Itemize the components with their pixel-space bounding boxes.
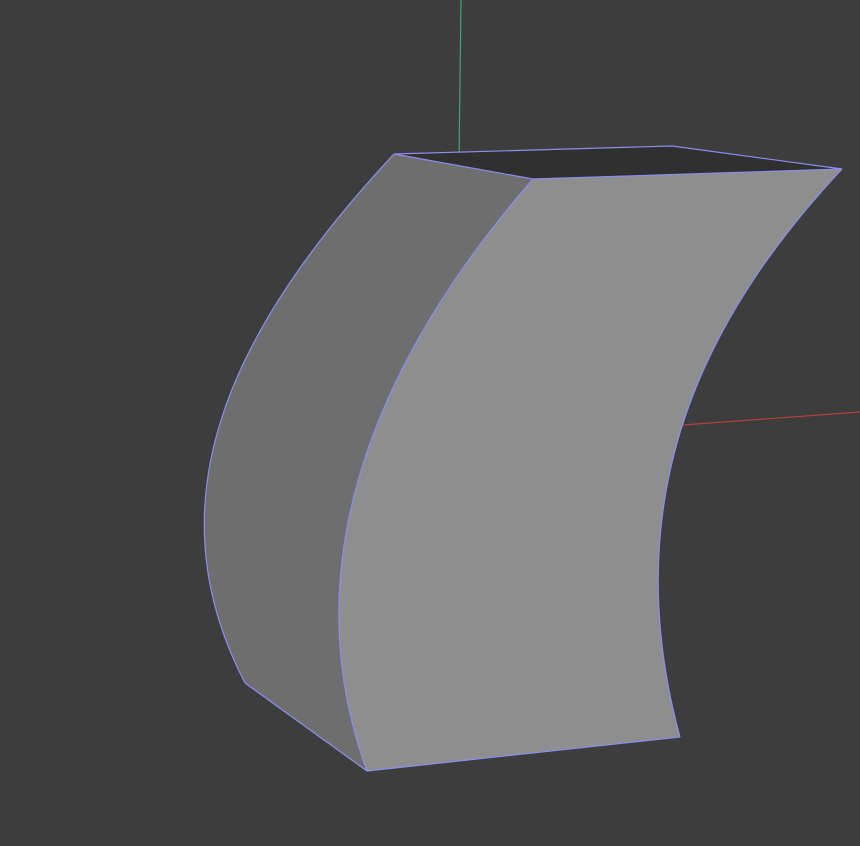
3d-viewport[interactable] [0,0,860,846]
viewport-canvas[interactable] [0,0,860,846]
y-axis-line [458,0,462,163]
